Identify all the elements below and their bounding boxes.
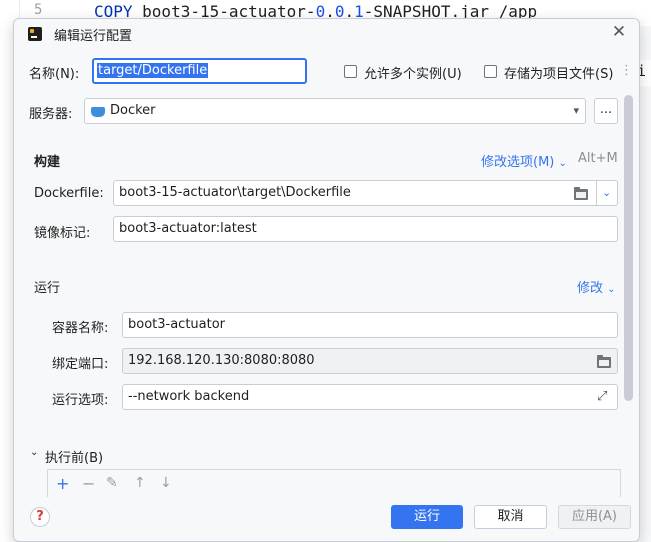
modify-link-label: 修改 [577,281,604,296]
allow-multiple-label: 允许多个实例(U) [364,67,462,82]
line-number: 5 [34,2,43,18]
ide-logo-icon [28,27,42,41]
container-name-label: 容器名称: [52,321,109,336]
remove-icon[interactable]: − [82,474,95,493]
expand-icon[interactable]: ⤢ [597,385,607,409]
bind-ports-field[interactable]: 192.168.120.130:8080:8080 [122,348,618,374]
run-section-title: 运行 [34,281,61,296]
build-section-title: 构建 [34,155,61,170]
edit-icon[interactable]: ✎ [106,475,118,491]
chevron-down-icon[interactable]: ⌄ [30,447,38,458]
image-tag-value: boot3-actuator:latest [119,221,257,236]
field-divider [596,181,597,205]
docker-icon [91,107,105,117]
run-button[interactable]: 运行 [391,505,463,529]
chevron-down-icon[interactable]: ⌄ [602,181,611,205]
image-tag-label: 镜像标记: [34,226,91,241]
bind-ports-value: 192.168.120.130:8080:8080 [128,353,315,368]
close-icon[interactable]: ✕ [609,22,629,42]
image-tag-field[interactable]: boot3-actuator:latest [113,216,618,242]
add-icon[interactable]: + [56,474,69,493]
server-label: 服务器: [29,107,73,122]
name-field[interactable]: target/Dockerfile [92,58,307,84]
allow-multiple-checkbox[interactable] [344,65,357,78]
dockerfile-field[interactable]: boot3-15-actuator\target\Dockerfile ⌄ [113,180,618,206]
more-options-icon[interactable]: ⋮ [620,63,633,78]
modify-link[interactable]: 修改 ⌄ [577,277,616,296]
chevron-down-icon: ▾ [573,104,579,117]
bind-ports-label: 绑定端口: [52,357,109,372]
run-options-label: 运行选项: [52,393,109,408]
scrollbar[interactable] [624,95,633,401]
server-value: Docker [110,103,156,118]
dockerfile-label: Dockerfile: [34,186,104,201]
container-name-field[interactable]: boot3-actuator [122,312,618,338]
modify-options-label: 修改选项(M) [481,155,555,170]
chevron-down-icon: ⌄ [607,284,616,295]
folder-icon[interactable] [574,187,588,200]
server-select[interactable]: Docker ▾ [84,98,586,124]
container-name-value: boot3-actuator [128,317,226,332]
run-options-field[interactable]: --network backend ⤢ [122,384,618,410]
before-launch-toolbar: + − ✎ ↑ ↓ [47,469,621,497]
run-options-value: --network backend [128,389,250,404]
name-label: 名称(N): [29,67,80,82]
name-value: target/Dockerfile [97,63,209,78]
before-launch-label[interactable]: 执行前(B) [45,447,103,466]
folder-icon[interactable] [597,355,611,368]
dockerfile-value: boot3-15-actuator\target\Dockerfile [119,185,351,200]
run-config-dialog: 编辑运行配置 ✕ 名称(N): target/Dockerfile 允许多个实例… [13,18,640,542]
dialog-title: 编辑运行配置 [54,29,133,44]
modify-options-link[interactable]: 修改选项(M) ⌄ [481,151,567,170]
server-more-button[interactable]: ... [594,98,618,124]
modify-options-shortcut: Alt+M [578,151,618,166]
move-down-icon[interactable]: ↓ [160,475,172,491]
move-up-icon[interactable]: ↑ [134,475,146,491]
store-as-file-checkbox[interactable] [484,65,497,78]
cancel-button[interactable]: 取消 [474,505,547,529]
store-as-file-label: 存储为项目文件(S) [504,67,614,82]
chevron-down-icon: ⌄ [558,158,567,169]
help-icon[interactable]: ? [30,507,50,527]
apply-button[interactable]: 应用(A) [558,505,631,529]
